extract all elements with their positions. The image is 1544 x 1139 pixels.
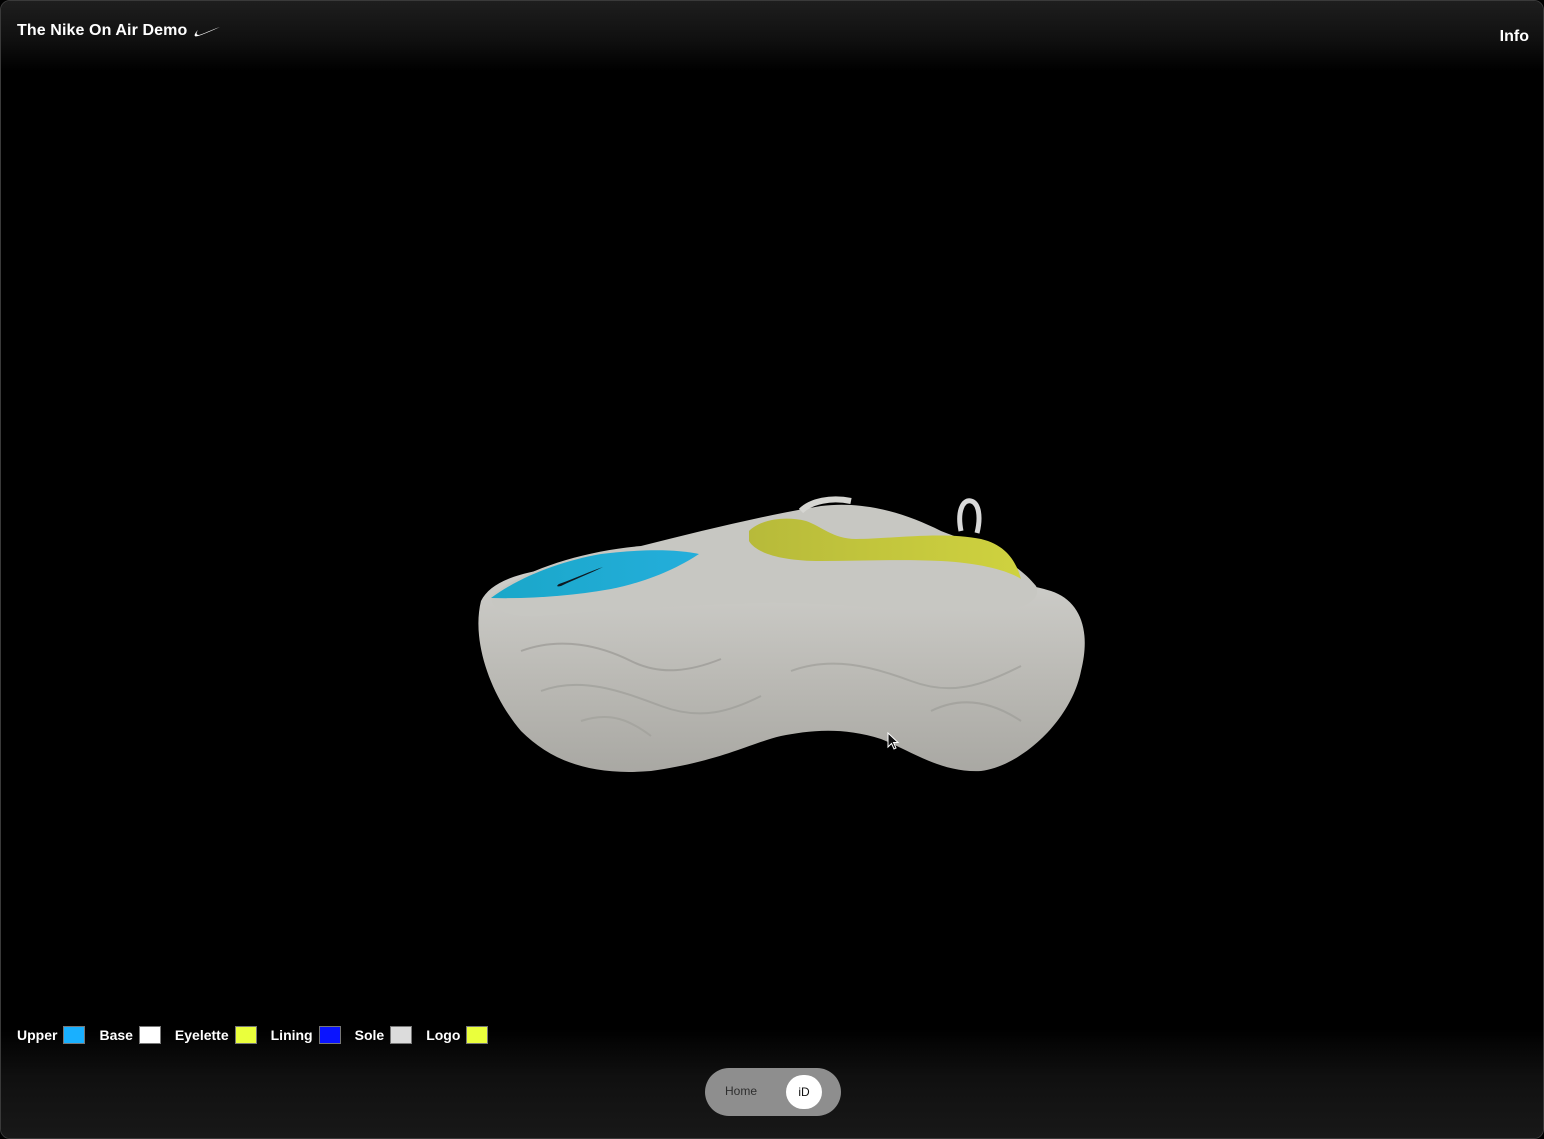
palette-label: Sole bbox=[354, 1027, 385, 1043]
shoe-heel-loop bbox=[957, 498, 982, 534]
mouse-cursor-icon bbox=[887, 732, 900, 750]
top-bar: The Nike On Air Demo Info bbox=[1, 1, 1543, 71]
mode-toggle[interactable]: Home iD bbox=[705, 1068, 841, 1116]
color-swatch-lining[interactable] bbox=[318, 1026, 341, 1044]
palette-item-lining[interactable]: Lining bbox=[271, 1026, 341, 1044]
color-swatch-base[interactable] bbox=[138, 1026, 161, 1044]
palette-item-logo[interactable]: Logo bbox=[426, 1026, 489, 1044]
palette-label: Upper bbox=[17, 1027, 58, 1043]
toggle-id-option[interactable]: iD bbox=[786, 1075, 822, 1109]
palette-item-upper[interactable]: Upper bbox=[17, 1026, 86, 1044]
palette-item-base[interactable]: Base bbox=[99, 1026, 161, 1044]
palette-label: Logo bbox=[426, 1027, 461, 1043]
palette-label: Base bbox=[99, 1027, 133, 1043]
color-palette: Upper Base Eyelette Lining Sole Logo bbox=[17, 1026, 502, 1044]
nike-swoosh-icon bbox=[194, 27, 220, 37]
palette-item-eyelette[interactable]: Eyelette bbox=[175, 1026, 257, 1044]
color-swatch-sole[interactable] bbox=[390, 1026, 413, 1044]
palette-label: Eyelette bbox=[174, 1027, 229, 1043]
palette-label: Lining bbox=[270, 1027, 313, 1043]
info-button[interactable]: Info bbox=[1500, 28, 1529, 46]
palette-item-sole[interactable]: Sole bbox=[355, 1026, 413, 1044]
shoe-3d-model[interactable] bbox=[461, 421, 1101, 791]
color-swatch-logo[interactable] bbox=[466, 1026, 489, 1044]
app-title: The Nike On Air Demo bbox=[17, 22, 188, 39]
toggle-home-option[interactable]: Home bbox=[725, 1084, 757, 1098]
color-swatch-eyelette[interactable] bbox=[234, 1026, 257, 1044]
color-swatch-upper[interactable] bbox=[63, 1026, 86, 1044]
app-window: The Nike On Air Demo Info Upper Base Eye… bbox=[0, 0, 1544, 1139]
